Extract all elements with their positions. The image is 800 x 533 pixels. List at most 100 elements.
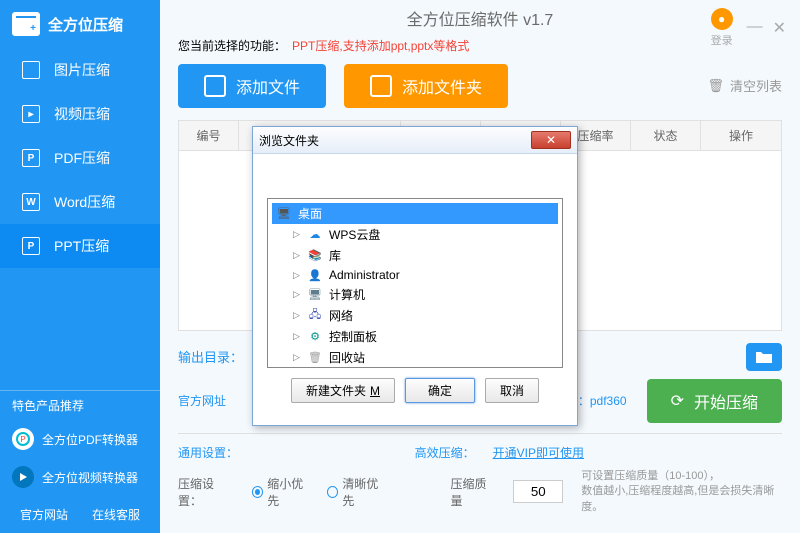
tree-node-icon: 📚 [307, 249, 323, 263]
dialog-titlebar[interactable]: 浏览文件夹 ✕ [253, 127, 577, 154]
folder-open-icon [754, 349, 774, 365]
tree-item[interactable]: ▷🖧网络 [272, 305, 558, 326]
function-hint: PPT压缩,支持添加ppt,pptx等格式 [292, 37, 469, 54]
clear-list-button[interactable]: 🗑 清空列表 [707, 76, 782, 95]
quality-label: 压缩质量 [450, 475, 495, 509]
sidebar-footer: 官方网站 在线客服 [0, 496, 160, 533]
browse-folder-dialog: 浏览文件夹 ✕ 🖥桌面▷☁WPS云盘▷📚库▷👤Administrator▷🖥计算… [252, 126, 578, 426]
logo-bar: 全方位压缩 [0, 0, 160, 48]
add-folder-label: 添加文件夹 [402, 74, 482, 98]
tree-node-label: 网络 [329, 307, 353, 324]
tree-item[interactable]: ▷ 👤 Administrator [272, 266, 558, 284]
sidebar-item-image[interactable]: 图片压缩 [0, 48, 160, 92]
function-prefix: 您当前选择的功能： [178, 37, 286, 54]
tree-item[interactable]: ▷☁WPS云盘 [272, 224, 558, 245]
app-title: 全方位压缩软件 v1.7 [407, 6, 554, 30]
tree-expand-icon: ▷ [292, 332, 301, 341]
output-label: 输出目录： [178, 347, 243, 366]
start-label: 开始压缩 [694, 389, 758, 413]
cancel-button[interactable]: 取消 [485, 378, 539, 403]
tree-expand-icon: ▷ [292, 271, 301, 280]
word-icon: W [22, 193, 40, 211]
tree-node-label: 桌面 [298, 205, 322, 222]
login-label: 登录 [711, 32, 733, 48]
add-file-button[interactable]: 添加文件 [178, 64, 326, 108]
recommend-label: 全方位视频转换器 [42, 469, 138, 486]
pdf-converter-icon: P [12, 428, 34, 450]
general-settings-label: 通用设置： [178, 444, 238, 461]
radio-dot-icon [327, 486, 338, 498]
tree-node-icon: ☁ [307, 228, 323, 242]
add-file-label: 添加文件 [236, 74, 300, 98]
tree-node-label: 计算机 [329, 286, 365, 303]
tree-node-label: WPS云盘 [329, 226, 380, 243]
tree-node-icon: 👤 [307, 268, 323, 282]
refresh-icon: ⟳ [671, 391, 684, 411]
sidebar-item-ppt[interactable]: P PPT压缩 [0, 224, 160, 268]
clear-list-label: 清空列表 [730, 76, 782, 95]
sidebar-item-pdf[interactable]: P PDF压缩 [0, 136, 160, 180]
login-button[interactable]: ● 登录 [711, 8, 733, 48]
ppt-icon: P [22, 237, 40, 255]
titlebar: 全方位压缩软件 v1.7 ● 登录 — ✕ [160, 0, 800, 37]
tree-item[interactable]: ▷📚库 [272, 245, 558, 266]
tree-item[interactable]: ▷🖥计算机 [272, 284, 558, 305]
svg-text:P: P [20, 435, 25, 444]
quality-input[interactable] [513, 480, 563, 503]
tree-item[interactable]: ▷🗑回收站 [272, 347, 558, 368]
compress-setting-label: 压缩设置： [178, 475, 234, 509]
folder-tree[interactable]: 🖥桌面▷☁WPS云盘▷📚库▷👤Administrator▷🖥计算机▷🖧网络▷⚙控… [267, 198, 563, 368]
official-url-suffix: ：pdf360 [578, 392, 627, 409]
pdf-icon: P [22, 149, 40, 167]
image-icon [22, 61, 40, 79]
start-compress-button[interactable]: ⟳ 开始压缩 [647, 379, 782, 423]
radio-clarity-first[interactable]: 清晰优先 [327, 475, 386, 509]
trash-icon: 🗑 [707, 78, 724, 94]
sidebar: 全方位压缩 图片压缩 ▸ 视频压缩 P PDF压缩 W Word压缩 P PPT… [0, 0, 160, 533]
online-support-link[interactable]: 在线客服 [92, 506, 140, 523]
vip-link[interactable]: 开通VIP即可使用 [493, 444, 584, 461]
tree-node-icon: 🗑 [307, 351, 323, 365]
logo-icon [12, 12, 40, 36]
tree-node-icon: 🖥 [276, 207, 292, 221]
video-converter-icon [12, 466, 34, 488]
dialog-title: 浏览文件夹 [259, 132, 319, 149]
official-url-prefix: 官方网址 [178, 392, 226, 409]
tree-node-icon: 🖥 [307, 288, 323, 302]
efficient-compress-label: 高效压缩： [415, 444, 475, 461]
add-folder-button[interactable]: 添加文件夹 [344, 64, 508, 108]
tree-node-icon: ⚙ [307, 330, 323, 344]
new-folder-label: 新建文件夹 [306, 382, 366, 399]
folder-icon [370, 75, 392, 97]
file-icon [204, 75, 226, 97]
radio-shrink-first[interactable]: 缩小优先 [252, 475, 311, 509]
sidebar-item-label: PDF压缩 [54, 148, 110, 168]
tree-node-label: 回收站 [329, 349, 365, 366]
ok-button[interactable]: 确定 [405, 378, 475, 403]
th-status: 状态 [631, 121, 701, 150]
recommend-video-converter[interactable]: 全方位视频转换器 [0, 458, 160, 496]
compress-mode-radio-group: 缩小优先 清晰优先 [252, 475, 386, 509]
recommend-pdf-converter[interactable]: P 全方位PDF转换器 [0, 420, 160, 458]
new-folder-button[interactable]: 新建文件夹 M [291, 378, 395, 403]
tree-expand-icon: ▷ [292, 311, 301, 320]
sidebar-item-word[interactable]: W Word压缩 [0, 180, 160, 224]
tree-item[interactable]: 🖥 桌面 [272, 203, 558, 224]
logo-text: 全方位压缩 [48, 14, 123, 35]
browse-output-button[interactable] [746, 343, 782, 371]
sidebar-item-video[interactable]: ▸ 视频压缩 [0, 92, 160, 136]
tree-node-label: Administrator [329, 268, 400, 282]
sidebar-item-label: Word压缩 [54, 192, 115, 212]
dialog-close-button[interactable]: ✕ [531, 131, 571, 149]
close-button[interactable]: ✕ [773, 18, 786, 38]
radio-dot-icon [252, 486, 263, 498]
recommend-label: 全方位PDF转换器 [42, 431, 138, 448]
new-folder-mnemonic: M [370, 384, 380, 398]
radio-label: 清晰优先 [342, 475, 386, 509]
official-site-link[interactable]: 官方网站 [20, 506, 68, 523]
close-icon: ✕ [546, 133, 556, 147]
tree-expand-icon: ▷ [292, 251, 301, 260]
minimize-button[interactable]: — [747, 18, 763, 38]
tree-item[interactable]: ▷⚙控制面板 [272, 326, 558, 347]
user-icon: ● [711, 8, 733, 30]
